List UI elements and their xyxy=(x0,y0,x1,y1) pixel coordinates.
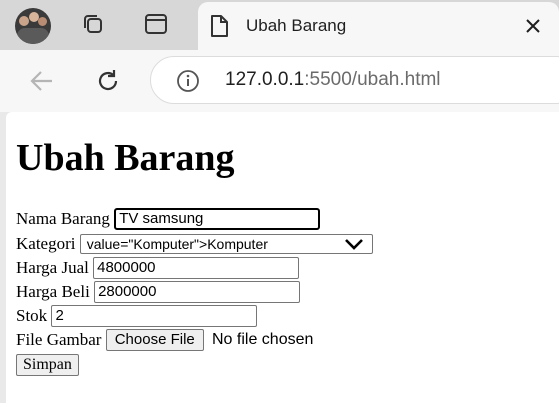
tab-actions-icon[interactable] xyxy=(144,12,168,36)
nama-barang-row: Nama Barang TV samsung xyxy=(16,208,321,231)
back-arrow-icon[interactable] xyxy=(28,67,56,95)
kategori-select[interactable]: value="Komputer">Komputer xyxy=(79,234,373,255)
kategori-label: Kategori xyxy=(16,234,76,254)
harga-jual-label: Harga Jual xyxy=(16,258,89,278)
tab-title: Ubah Barang xyxy=(246,16,347,35)
harga-beli-label: Harga Beli xyxy=(16,282,90,302)
file-gambar-row: File Gambar Choose File No file chosen xyxy=(16,329,314,352)
file-gambar-label: File Gambar xyxy=(16,330,102,350)
harga-jual-input[interactable]: 4800000 xyxy=(93,257,300,280)
profile-avatar[interactable] xyxy=(15,8,51,44)
submit-row: Simpan xyxy=(16,354,79,377)
tab-active[interactable]: Ubah Barang xyxy=(198,2,559,50)
page-icon xyxy=(211,15,228,37)
info-icon[interactable] xyxy=(176,69,200,93)
url-text: 127.0.0.1:5500/ubah.html xyxy=(225,69,441,91)
stok-input[interactable]: 2 xyxy=(51,305,258,328)
stok-row: Stok 2 xyxy=(16,305,258,328)
url-path: :5500/ubah.html xyxy=(304,69,441,90)
chevron-down-icon xyxy=(344,239,363,250)
harga-beli-input[interactable]: 2800000 xyxy=(94,281,301,304)
kategori-row: Kategori value="Komputer">Komputer xyxy=(16,233,373,255)
page-title: Ubah Barang xyxy=(16,137,235,179)
collections-icon[interactable] xyxy=(81,12,105,36)
nama-barang-label: Nama Barang xyxy=(16,209,110,229)
page-content: Ubah Barang Nama Barang TV samsung Kateg… xyxy=(6,112,559,403)
harga-jual-row: Harga Jual 4800000 xyxy=(16,257,300,280)
address-bar[interactable]: 127.0.0.1:5500/ubah.html xyxy=(150,56,559,104)
close-icon[interactable] xyxy=(521,14,545,38)
stok-label: Stok xyxy=(16,306,48,326)
tab-strip: Ubah Barang xyxy=(0,0,559,50)
harga-beli-row: Harga Beli 2800000 xyxy=(16,281,301,304)
choose-file-button[interactable]: Choose File xyxy=(105,329,204,352)
url-host: 127.0.0.1 xyxy=(225,69,305,90)
file-status-text: No file chosen xyxy=(212,331,314,349)
simpan-button[interactable]: Simpan xyxy=(16,354,79,377)
browser-toolbar: 127.0.0.1:5500/ubah.html xyxy=(0,50,559,112)
reload-icon[interactable] xyxy=(94,67,122,95)
kategori-selected-value: value="Komputer">Komputer xyxy=(86,236,268,253)
nama-barang-input[interactable]: TV samsung xyxy=(114,208,321,231)
